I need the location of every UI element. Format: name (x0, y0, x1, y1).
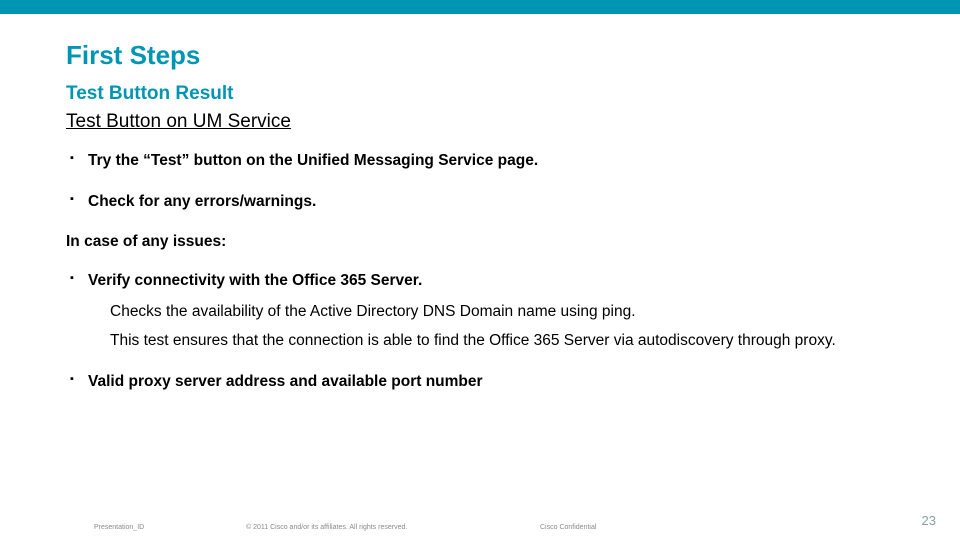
page-number: 23 (922, 513, 936, 528)
list-item-label: Verify connectivity with the Office 365 … (88, 272, 422, 289)
slide-title: First Steps (66, 40, 894, 71)
slide-subtitle: Test Button Result (66, 83, 894, 105)
bullet-list-1: Try the “Test” button on the Unified Mes… (66, 151, 894, 213)
bullet-list-2: Verify connectivity with the Office 365 … (66, 271, 894, 393)
list-subtext: Checks the availability of the Active Di… (110, 302, 894, 323)
slide-subheading: Test Button on UM Service (66, 111, 894, 133)
interjection-text: In case of any issues: (66, 233, 894, 251)
footer-confidential: Cisco Confidential (540, 524, 596, 531)
list-item: Check for any errors/warnings. (66, 192, 894, 213)
slide-body: First Steps Test Button Result Test Butt… (0, 14, 960, 393)
list-item: Try the “Test” button on the Unified Mes… (66, 151, 894, 172)
footer-presentation-id: Presentation_ID (94, 524, 144, 531)
list-subtext: This test ensures that the connection is… (110, 331, 894, 352)
accent-bar (0, 0, 960, 14)
footer-copyright: © 2011 Cisco and/or its affiliates. All … (246, 524, 407, 531)
list-item: Verify connectivity with the Office 365 … (66, 271, 894, 352)
list-item: Valid proxy server address and available… (66, 372, 894, 393)
